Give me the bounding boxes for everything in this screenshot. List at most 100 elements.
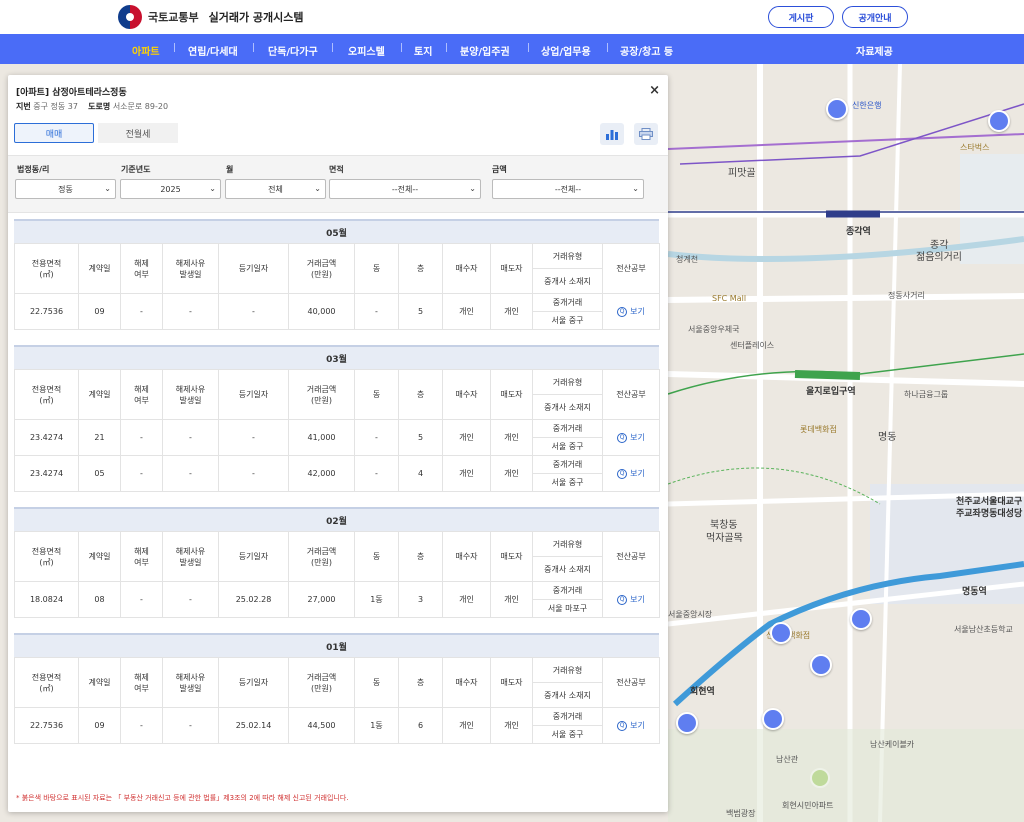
month-block: 01월 전용면적 (㎡) 계약일 해제 여부 해제사유 발생일 등기일자 거래금액 (만원) 동 층 매수… <box>14 633 660 744</box>
price-select[interactable]: --전체-- ⌄ <box>492 179 644 199</box>
month-select-value: 전체 <box>268 184 283 194</box>
apartment-marker-icon[interactable] <box>810 654 832 676</box>
table-row: 18.0824 08- -25.02.28 27,000 1동 3 개인 개인 중개거래 Q 보기 <box>14 581 660 618</box>
filter-bar: 법정동/리 기준년도 월 면적 금액 정동 ⌄ 2025 ⌄ 전체 ⌄ --전체… <box>8 155 668 213</box>
cell-broker-location: 서울 마포구 <box>532 599 603 618</box>
cell-buyer: 개인 <box>442 419 491 456</box>
cell-price: 40,000 <box>288 293 355 330</box>
nav-item-presale[interactable]: 분양/입주권 <box>460 43 510 58</box>
cell-blueprint: Q 보기 <box>602 455 660 492</box>
cell-cancel-date: - <box>162 707 219 744</box>
dong-select[interactable]: 정동 ⌄ <box>15 179 116 199</box>
column-header-buyer: 매수자 <box>442 369 491 420</box>
column-header-deal-type: 거래유형 <box>532 243 603 269</box>
view-label: 보기 <box>630 595 645 605</box>
view-blueprint-button[interactable]: Q 보기 <box>617 432 645 443</box>
apartment-marker-icon[interactable] <box>676 712 698 734</box>
month-select[interactable]: 전체 ⌄ <box>225 179 326 199</box>
cell-price: 41,000 <box>288 419 355 456</box>
cell-broker-location: 서울 중구 <box>532 473 603 492</box>
column-header-floor: 층 <box>398 657 443 708</box>
guide-button[interactable]: 공개안내 <box>842 6 908 28</box>
nav-separator: | <box>606 43 610 53</box>
cell-blueprint: Q 보기 <box>602 419 660 456</box>
chevron-down-icon: ⌄ <box>209 184 216 193</box>
map-label: SFC Mall <box>712 294 747 303</box>
apartment-marker-icon[interactable] <box>826 98 848 120</box>
nav-separator: | <box>252 43 256 53</box>
cell-day: 08 <box>78 581 121 618</box>
chevron-down-icon: ⌄ <box>314 184 321 193</box>
area-select[interactable]: --전체-- ⌄ <box>329 179 481 199</box>
print-button[interactable] <box>634 123 658 145</box>
month-header: 02월 <box>14 507 659 531</box>
chevron-down-icon: ⌄ <box>632 184 639 193</box>
nav-item-house[interactable]: 단독/다가구 <box>268 43 318 58</box>
cell-price: 27,000 <box>288 581 355 618</box>
cell-seller: 개인 <box>490 707 533 744</box>
cell-deal-type: 중개거래 <box>532 455 603 474</box>
cell-floor: 3 <box>398 581 443 618</box>
column-header-floor: 층 <box>398 531 443 582</box>
column-header-blueprint: 전산공부 <box>602 369 660 420</box>
government-emblem-icon <box>118 5 142 29</box>
jibun-value: 중구 정동 37 <box>33 102 78 111</box>
deal-table: 전용면적 (㎡) 계약일 해제 여부 해제사유 발생일 등기일자 거래금액 (만원) 동 층 매수자 매도… <box>14 657 660 744</box>
month-block: 05월 전용면적 (㎡) 계약일 해제 여부 해제사유 발생일 등기일자 거래금액 (만원) 동 층 매수… <box>14 219 660 330</box>
cell-area: 18.0824 <box>14 581 79 618</box>
column-header-broker-location: 중개사 소재지 <box>532 556 603 582</box>
month-block: 02월 전용면적 (㎡) 계약일 해제 여부 해제사유 발생일 등기일자 거래금액 (만원) 동 층 매수… <box>14 507 660 618</box>
cell-broker-location: 서울 중구 <box>532 311 603 330</box>
apartment-marker-icon[interactable] <box>850 608 872 630</box>
view-label: 보기 <box>630 469 645 479</box>
nav-separator: | <box>173 43 177 53</box>
cell-area: 22.7536 <box>14 293 79 330</box>
table-row: 22.7536 09- - -40,000-5 개인 개인 중개거래 Q 보기 <box>14 293 660 330</box>
view-blueprint-button[interactable]: Q 보기 <box>617 594 645 605</box>
column-header-cancel: 해제 여부 <box>120 657 163 708</box>
view-label: 보기 <box>630 721 645 731</box>
map-label: 남산케이블카 <box>870 740 915 749</box>
map-label: 서울중앙시장 <box>668 610 713 619</box>
top-header: 국토교통부 실거래가 공개시스템 게시판 공개안내 <box>0 0 1024 34</box>
nav-item-land[interactable]: 토지 <box>414 43 432 58</box>
apartment-marker-icon[interactable] <box>762 708 784 730</box>
year-select[interactable]: 2025 ⌄ <box>120 179 221 199</box>
view-label: 보기 <box>630 433 645 443</box>
nav-item-data-provision[interactable]: 자료제공 <box>856 43 893 58</box>
board-button[interactable]: 게시판 <box>768 6 834 28</box>
view-blueprint-button[interactable]: Q 보기 <box>617 720 645 731</box>
table-header-row: 전용면적 (㎡) 계약일 해제 여부 해제사유 발생일 등기일자 거래금액 (만원) 동 층 매수자 매도… <box>14 243 660 294</box>
cell-buyer: 개인 <box>442 455 491 492</box>
deal-table: 전용면적 (㎡) 계약일 해제 여부 해제사유 발생일 등기일자 거래금액 (만원) 동 층 매수자 매도… <box>14 369 660 492</box>
column-header-cancel-date: 해제사유 발생일 <box>162 369 219 420</box>
cell-area: 23.4274 <box>14 419 79 456</box>
nav-item-villa[interactable]: 연립/다세대 <box>188 43 238 58</box>
cell-deal-type: 중개거래 <box>532 581 603 600</box>
close-icon[interactable]: × <box>649 83 660 98</box>
column-header-broker-location: 중개사 소재지 <box>532 682 603 708</box>
nav-item-officetel[interactable]: 오피스텔 <box>348 43 385 58</box>
cell-cancel: - <box>120 455 163 492</box>
cell-day: 21 <box>78 419 121 456</box>
view-blueprint-button[interactable]: Q 보기 <box>617 306 645 317</box>
cell-floor: 5 <box>398 419 443 456</box>
site-logo[interactable]: 국토교통부 실거래가 공개시스템 <box>118 5 304 29</box>
tab-rent[interactable]: 전월세 <box>98 123 178 143</box>
table-header-row: 전용면적 (㎡) 계약일 해제 여부 해제사유 발생일 등기일자 거래금액 (만원) 동 층 매수자 매도… <box>14 531 660 582</box>
map-label: 센터플레이스 <box>730 341 775 350</box>
nav-item-commercial[interactable]: 상업/업무용 <box>541 43 591 58</box>
column-header-contract-day: 계약일 <box>78 657 121 708</box>
apartment-marker-icon[interactable] <box>988 110 1010 132</box>
apartment-marker-icon[interactable] <box>770 622 792 644</box>
road-label: 도로명 <box>88 102 111 111</box>
tab-trade[interactable]: 매매 <box>14 123 94 143</box>
nav-item-factory[interactable]: 공장/창고 등 <box>620 43 673 58</box>
view-blueprint-button[interactable]: Q 보기 <box>617 468 645 479</box>
column-header-buyer: 매수자 <box>442 243 491 294</box>
nav-item-apartment[interactable]: 아파트 <box>132 43 160 58</box>
chart-button[interactable] <box>600 123 624 145</box>
column-header-reg-date: 등기일자 <box>218 657 289 708</box>
cell-floor: 6 <box>398 707 443 744</box>
cell-broker-location: 서울 중구 <box>532 725 603 744</box>
